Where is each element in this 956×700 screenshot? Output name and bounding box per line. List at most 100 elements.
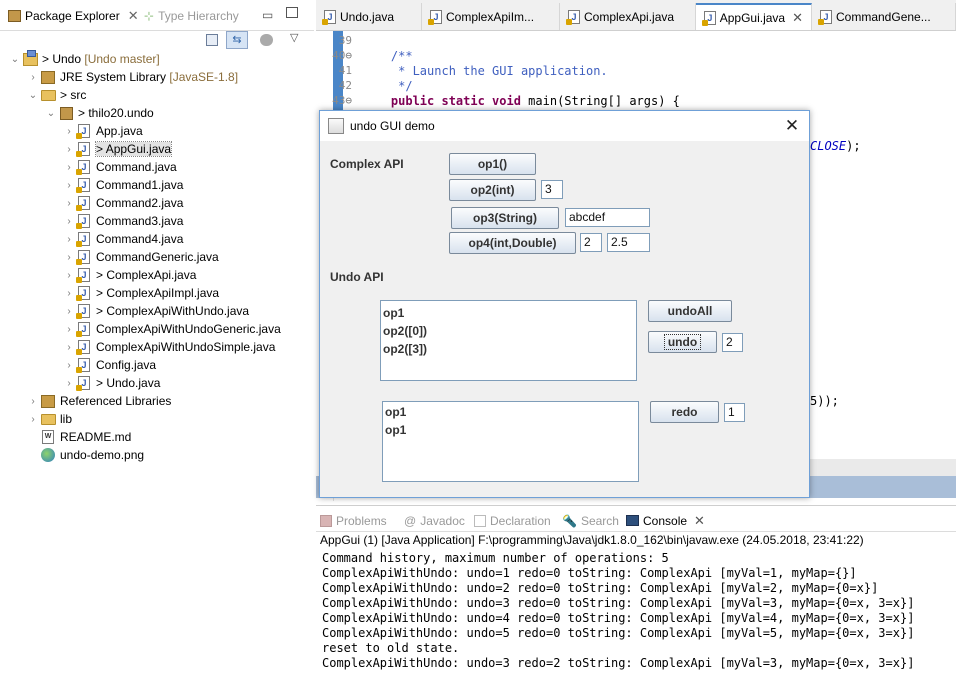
- console-line: ComplexApiWithUndo: undo=1 redo=0 toStri…: [322, 566, 857, 580]
- tree-item[interactable]: ⌄ > Undo [Undo master]: [8, 49, 160, 68]
- chevron-right-icon[interactable]: ›: [26, 396, 40, 407]
- chevron-right-icon[interactable]: ›: [62, 126, 76, 137]
- redo-count-field[interactable]: 1: [724, 403, 745, 422]
- tree-item[interactable]: › J Command1.java: [62, 176, 183, 194]
- tab-javadoc[interactable]: @ Javadoc: [404, 512, 465, 529]
- chevron-right-icon[interactable]: ›: [62, 180, 76, 191]
- focus-task-icon[interactable]: [260, 34, 273, 46]
- close-icon[interactable]: ✕: [792, 10, 803, 26]
- tree-item[interactable]: › J Command4.java: [62, 230, 183, 248]
- list-item[interactable]: op2([3]): [381, 340, 636, 358]
- chevron-down-icon[interactable]: ⌄: [44, 108, 58, 119]
- chevron-down-icon[interactable]: ⌄: [8, 54, 22, 65]
- chevron-right-icon[interactable]: ›: [62, 144, 76, 155]
- chevron-right-icon[interactable]: ›: [62, 288, 76, 299]
- op3-button[interactable]: op3(String): [451, 207, 559, 229]
- op4-button[interactable]: op4(int,Double): [449, 232, 576, 254]
- chevron-right-icon[interactable]: ›: [62, 234, 76, 245]
- chevron-right-icon[interactable]: ›: [62, 162, 76, 173]
- chevron-right-icon[interactable]: ›: [62, 270, 76, 281]
- close-icon[interactable]: ✕: [694, 513, 705, 529]
- collapse-all-icon[interactable]: [206, 34, 218, 46]
- chevron-right-icon[interactable]: ›: [62, 216, 76, 227]
- java-file-icon: J: [76, 213, 92, 229]
- tree-item[interactable]: › J App.java: [62, 122, 143, 140]
- tree-item[interactable]: › J Config.java: [62, 356, 156, 374]
- list-item[interactable]: op1: [383, 421, 638, 439]
- chevron-down-icon[interactable]: ⌄: [26, 90, 40, 101]
- undo-button[interactable]: undo: [648, 331, 717, 353]
- chevron-right-icon[interactable]: ›: [62, 198, 76, 209]
- tab-search[interactable]: 🔦 Search: [562, 512, 619, 529]
- fold-icon[interactable]: ⊖: [345, 94, 352, 107]
- tree-item[interactable]: › J ComplexApiWithUndoSimple.java: [62, 338, 275, 356]
- tree-item[interactable]: ⌄ > src: [26, 86, 87, 104]
- tab-declaration[interactable]: Declaration: [474, 512, 551, 529]
- tab-console[interactable]: Console ✕: [626, 512, 705, 529]
- tab-label: Type Hierarchy: [158, 9, 239, 23]
- tree-item[interactable]: › J Command3.java: [62, 212, 183, 230]
- java-file-icon: J: [76, 231, 92, 247]
- chevron-right-icon[interactable]: ›: [62, 252, 76, 263]
- chevron-right-icon[interactable]: ›: [62, 324, 76, 335]
- tree-item[interactable]: W README.md: [26, 428, 131, 446]
- tree-item[interactable]: › JRE System Library [JavaSE-1.8]: [26, 68, 238, 86]
- tree-item[interactable]: ⌄ > thilo20.undo: [44, 104, 154, 122]
- tree-item[interactable]: undo-demo.png: [26, 446, 144, 464]
- tree-item[interactable]: › J > ComplexApiImpl.java: [62, 284, 219, 302]
- redo-history-list[interactable]: op1 op1: [382, 401, 639, 482]
- tree-item[interactable]: › J Command.java: [62, 158, 177, 176]
- undo-api-label: Undo API: [330, 270, 384, 284]
- tree-item-label: Referenced Libraries: [60, 394, 172, 408]
- tree-item[interactable]: › J ComplexApiWithUndoGeneric.java: [62, 320, 281, 338]
- tab-complexapi-java[interactable]: J ComplexApi.java: [560, 3, 696, 30]
- redo-button[interactable]: redo: [650, 401, 719, 423]
- op2-int-field[interactable]: 3: [541, 180, 563, 199]
- chevron-right-icon[interactable]: ›: [26, 72, 40, 83]
- chevron-right-icon[interactable]: ›: [62, 342, 76, 353]
- undo-all-button[interactable]: undoAll: [648, 300, 732, 322]
- list-item[interactable]: op1: [381, 304, 636, 322]
- tree-item[interactable]: › lib: [26, 410, 72, 428]
- tree-item[interactable]: › J > ComplexApi.java: [62, 266, 196, 284]
- code-text: */: [362, 79, 413, 93]
- tab-problems[interactable]: Problems: [320, 512, 387, 529]
- op3-string-field[interactable]: abcdef: [565, 208, 650, 227]
- tab-type-hierarchy[interactable]: ⊹ Type Hierarchy: [144, 5, 239, 27]
- maximize-icon[interactable]: [286, 7, 298, 18]
- tab-undo-java[interactable]: J Undo.java: [316, 3, 422, 30]
- tree-item[interactable]: › J > ComplexApiWithUndo.java: [62, 302, 249, 320]
- list-item[interactable]: op1: [383, 403, 638, 421]
- folder-icon: [40, 411, 56, 427]
- chevron-right-icon[interactable]: ›: [62, 306, 76, 317]
- close-icon[interactable]: ✕: [781, 115, 803, 137]
- dialog-titlebar[interactable]: undo GUI demo ✕: [320, 111, 809, 141]
- tab-commandgeneric-java[interactable]: J CommandGene...: [812, 3, 956, 30]
- undo-history-list[interactable]: op1 op2([0]) op2([3]): [380, 300, 637, 381]
- tree-item[interactable]: › J CommandGeneric.java: [62, 248, 219, 266]
- java-file-icon: J: [322, 9, 336, 25]
- op4-double-field[interactable]: 2.5: [607, 233, 650, 252]
- list-item[interactable]: op2([0]): [381, 322, 636, 340]
- view-menu-icon[interactable]: ▽: [290, 31, 298, 44]
- fold-icon[interactable]: ⊖: [345, 49, 352, 62]
- java-file-icon: J: [76, 267, 92, 283]
- op1-button[interactable]: op1(): [449, 153, 536, 175]
- tab-complexapiimpl-java[interactable]: J ComplexApiIm...: [422, 3, 560, 30]
- tree-item[interactable]: › J > AppGui.java: [62, 140, 173, 158]
- tree-item[interactable]: › Referenced Libraries: [26, 392, 171, 410]
- undo-count-field[interactable]: 2: [722, 333, 743, 352]
- chevron-right-icon[interactable]: ›: [62, 378, 76, 389]
- chevron-right-icon[interactable]: ›: [62, 360, 76, 371]
- tab-package-explorer[interactable]: Package Explorer ✕: [8, 5, 139, 27]
- minimize-icon[interactable]: ▭: [262, 8, 273, 22]
- tree-item[interactable]: › J Command2.java: [62, 194, 183, 212]
- tab-appgui-java[interactable]: J AppGui.java ✕: [696, 3, 812, 30]
- close-icon[interactable]: ✕: [128, 8, 139, 24]
- chevron-right-icon[interactable]: ›: [26, 414, 40, 425]
- op2-button[interactable]: op2(int): [449, 179, 536, 201]
- link-with-editor-icon[interactable]: ⇆: [226, 31, 248, 49]
- op4-int-field[interactable]: 2: [580, 233, 602, 252]
- tree-item[interactable]: › J > Undo.java: [62, 374, 160, 392]
- java-file-icon: J: [428, 9, 442, 25]
